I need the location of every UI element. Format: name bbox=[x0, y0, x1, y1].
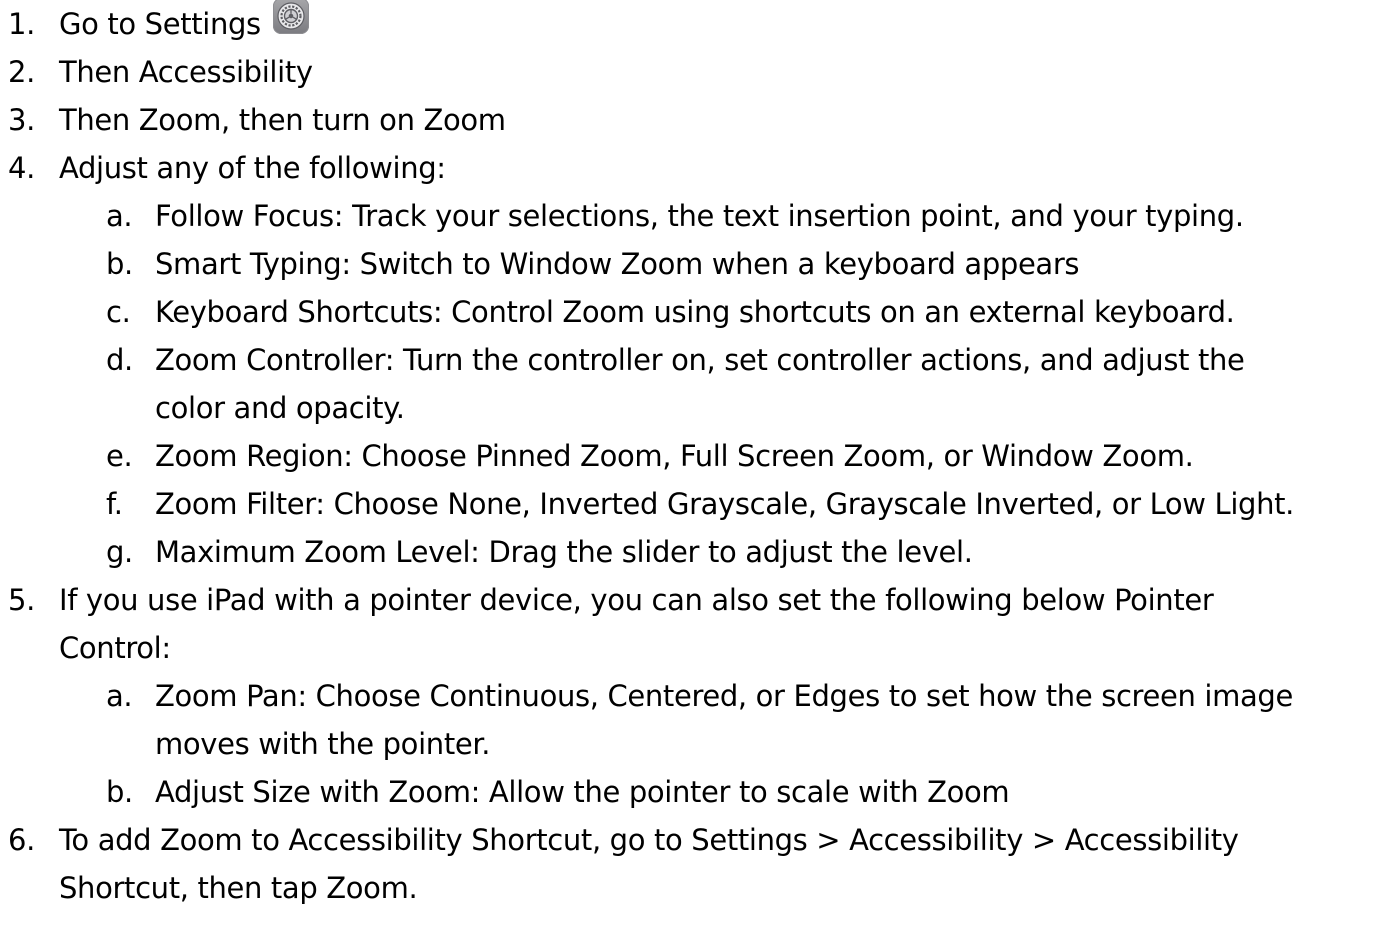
substep-text: Adjust Size with Zoom: Allow the pointer… bbox=[155, 775, 1010, 809]
substep-letter: d. bbox=[106, 343, 133, 377]
substep-text: Follow Focus: Track your selections, the… bbox=[155, 199, 1244, 233]
step-number: 2. bbox=[8, 55, 35, 89]
substep-letter: a. bbox=[106, 679, 133, 713]
step-number: 5. bbox=[8, 583, 35, 617]
substep-letter: a. bbox=[106, 199, 133, 233]
step-6: 6. To add Zoom to Accessibility Shortcut… bbox=[0, 816, 1379, 864]
substep-5a: a. Zoom Pan: Choose Continuous, Centered… bbox=[0, 672, 1379, 720]
substep-text: Zoom Controller: Turn the controller on,… bbox=[155, 343, 1245, 377]
substep-4g: g. Maximum Zoom Level: Drag the slider t… bbox=[0, 528, 1379, 576]
substep-4d-continuation: color and opacity. bbox=[155, 391, 405, 425]
step-number: 4. bbox=[8, 151, 35, 185]
step-1: 1. Go to Settings bbox=[0, 0, 1379, 48]
substep-text: Zoom Region: Choose Pinned Zoom, Full Sc… bbox=[155, 439, 1194, 473]
substep-5a-continuation: moves with the pointer. bbox=[155, 727, 491, 761]
substep-4f: f. Zoom Filter: Choose None, Inverted Gr… bbox=[0, 480, 1379, 528]
substep-4a: a. Follow Focus: Track your selections, … bbox=[0, 192, 1379, 240]
step-text: Then Accessibility bbox=[59, 55, 313, 89]
step-6-continuation: Shortcut, then tap Zoom. bbox=[59, 871, 418, 905]
step-4: 4. Adjust any of the following: bbox=[0, 144, 1379, 192]
step-number: 6. bbox=[8, 823, 35, 857]
substep-4e: e. Zoom Region: Choose Pinned Zoom, Full… bbox=[0, 432, 1379, 480]
substep-4c: c. Keyboard Shortcuts: Control Zoom usin… bbox=[0, 288, 1379, 336]
step-2: 2. Then Accessibility bbox=[0, 48, 1379, 96]
substep-text: Keyboard Shortcuts: Control Zoom using s… bbox=[155, 295, 1235, 329]
step-3: 3. Then Zoom, then turn on Zoom bbox=[0, 96, 1379, 144]
settings-gear-icon bbox=[272, 0, 309, 34]
substep-text: Zoom Filter: Choose None, Inverted Grays… bbox=[155, 487, 1295, 521]
step-5: 5. If you use iPad with a pointer device… bbox=[0, 576, 1379, 624]
step-text: Then Zoom, then turn on Zoom bbox=[59, 103, 506, 137]
substep-letter: b. bbox=[106, 247, 133, 281]
step-number: 1. bbox=[8, 7, 35, 41]
step-text: If you use iPad with a pointer device, y… bbox=[59, 583, 1214, 617]
step-number: 3. bbox=[8, 103, 35, 137]
substep-4d: d. Zoom Controller: Turn the controller … bbox=[0, 336, 1379, 384]
substep-4b: b. Smart Typing: Switch to Window Zoom w… bbox=[0, 240, 1379, 288]
substep-text: Smart Typing: Switch to Window Zoom when… bbox=[155, 247, 1080, 281]
step-text: Adjust any of the following: bbox=[59, 151, 446, 185]
substep-letter: f. bbox=[106, 487, 123, 521]
instruction-list: 1. Go to Settings 2. Then Accessibility … bbox=[0, 0, 1379, 912]
step-text: Go to Settings bbox=[59, 7, 261, 41]
substep-text: Maximum Zoom Level: Drag the slider to a… bbox=[155, 535, 973, 569]
substep-text: Zoom Pan: Choose Continuous, Centered, o… bbox=[155, 679, 1293, 713]
substep-5b: b. Adjust Size with Zoom: Allow the poin… bbox=[0, 768, 1379, 816]
substep-letter: g. bbox=[106, 535, 133, 569]
substep-letter: b. bbox=[106, 775, 133, 809]
substep-letter: c. bbox=[106, 295, 131, 329]
substep-letter: e. bbox=[106, 439, 133, 473]
step-text: To add Zoom to Accessibility Shortcut, g… bbox=[59, 823, 1239, 857]
step-5-continuation: Control: bbox=[59, 631, 171, 665]
